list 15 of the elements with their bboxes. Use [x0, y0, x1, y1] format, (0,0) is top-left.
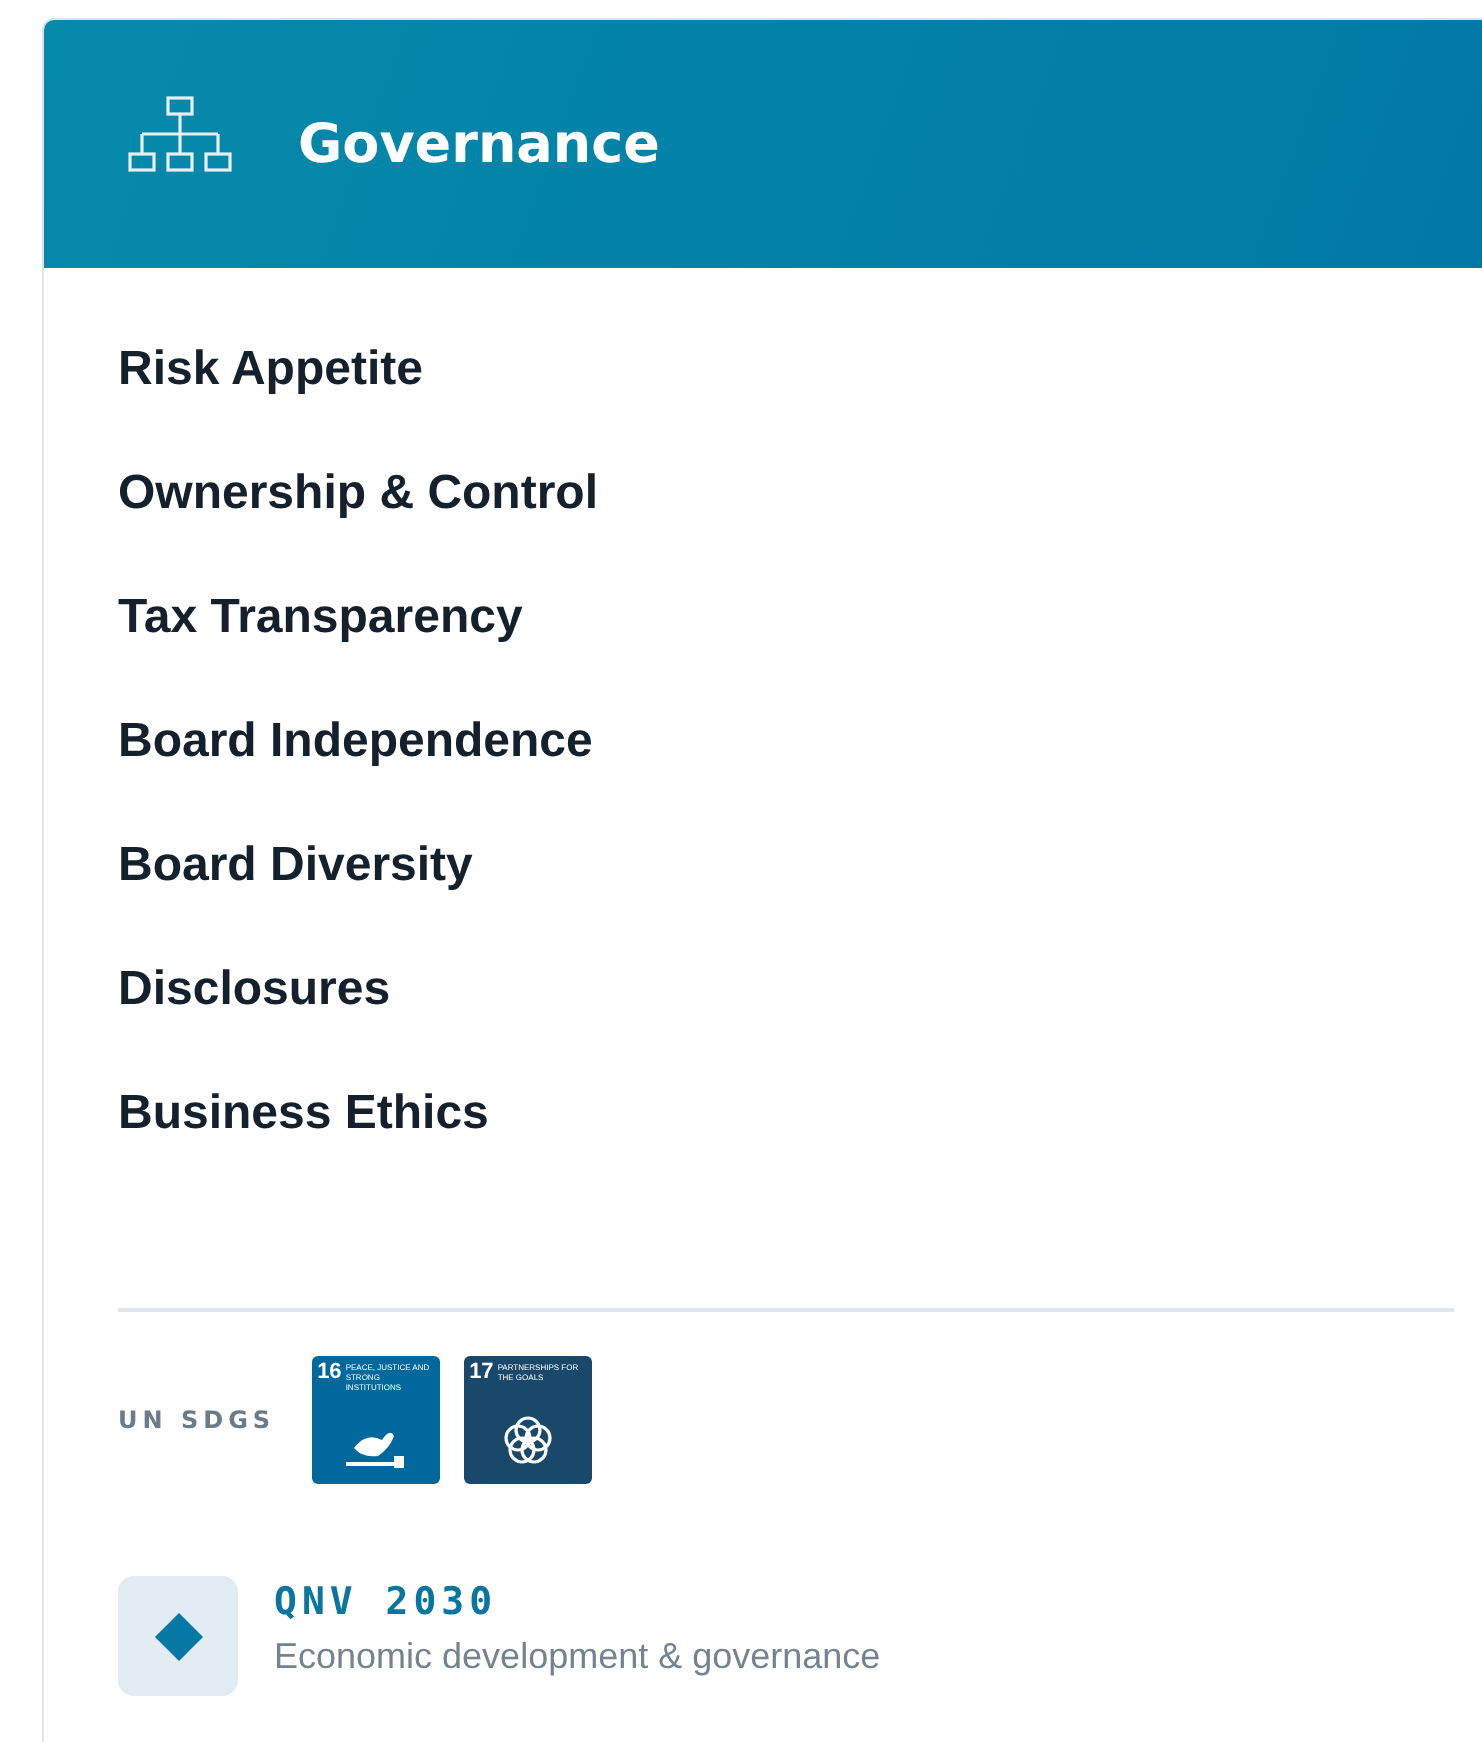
vision-title: QNV 2030: [274, 1580, 500, 1624]
topic-item[interactable]: Risk Appetite: [118, 340, 1454, 400]
card-title: Governance: [298, 113, 660, 175]
dove-icon: [345, 1428, 404, 1468]
topic-item[interactable]: Disclosures: [118, 960, 1454, 1020]
topic-item[interactable]: Business Ethics: [118, 1084, 1454, 1144]
goal-number: 16: [317, 1362, 342, 1384]
goal-number: 17: [469, 1362, 494, 1384]
topic-item[interactable]: Ownership & Control: [118, 464, 1454, 524]
rings-icon: [503, 1416, 552, 1464]
topic-item[interactable]: Tax Transparency: [118, 588, 1454, 648]
topic-item[interactable]: Board Diversity: [118, 836, 1454, 896]
section-label: UN SDGS: [118, 1406, 276, 1434]
vision-subtitle: Economic development & governance: [274, 1636, 881, 1678]
topic-item[interactable]: Board Independence: [118, 712, 1454, 772]
